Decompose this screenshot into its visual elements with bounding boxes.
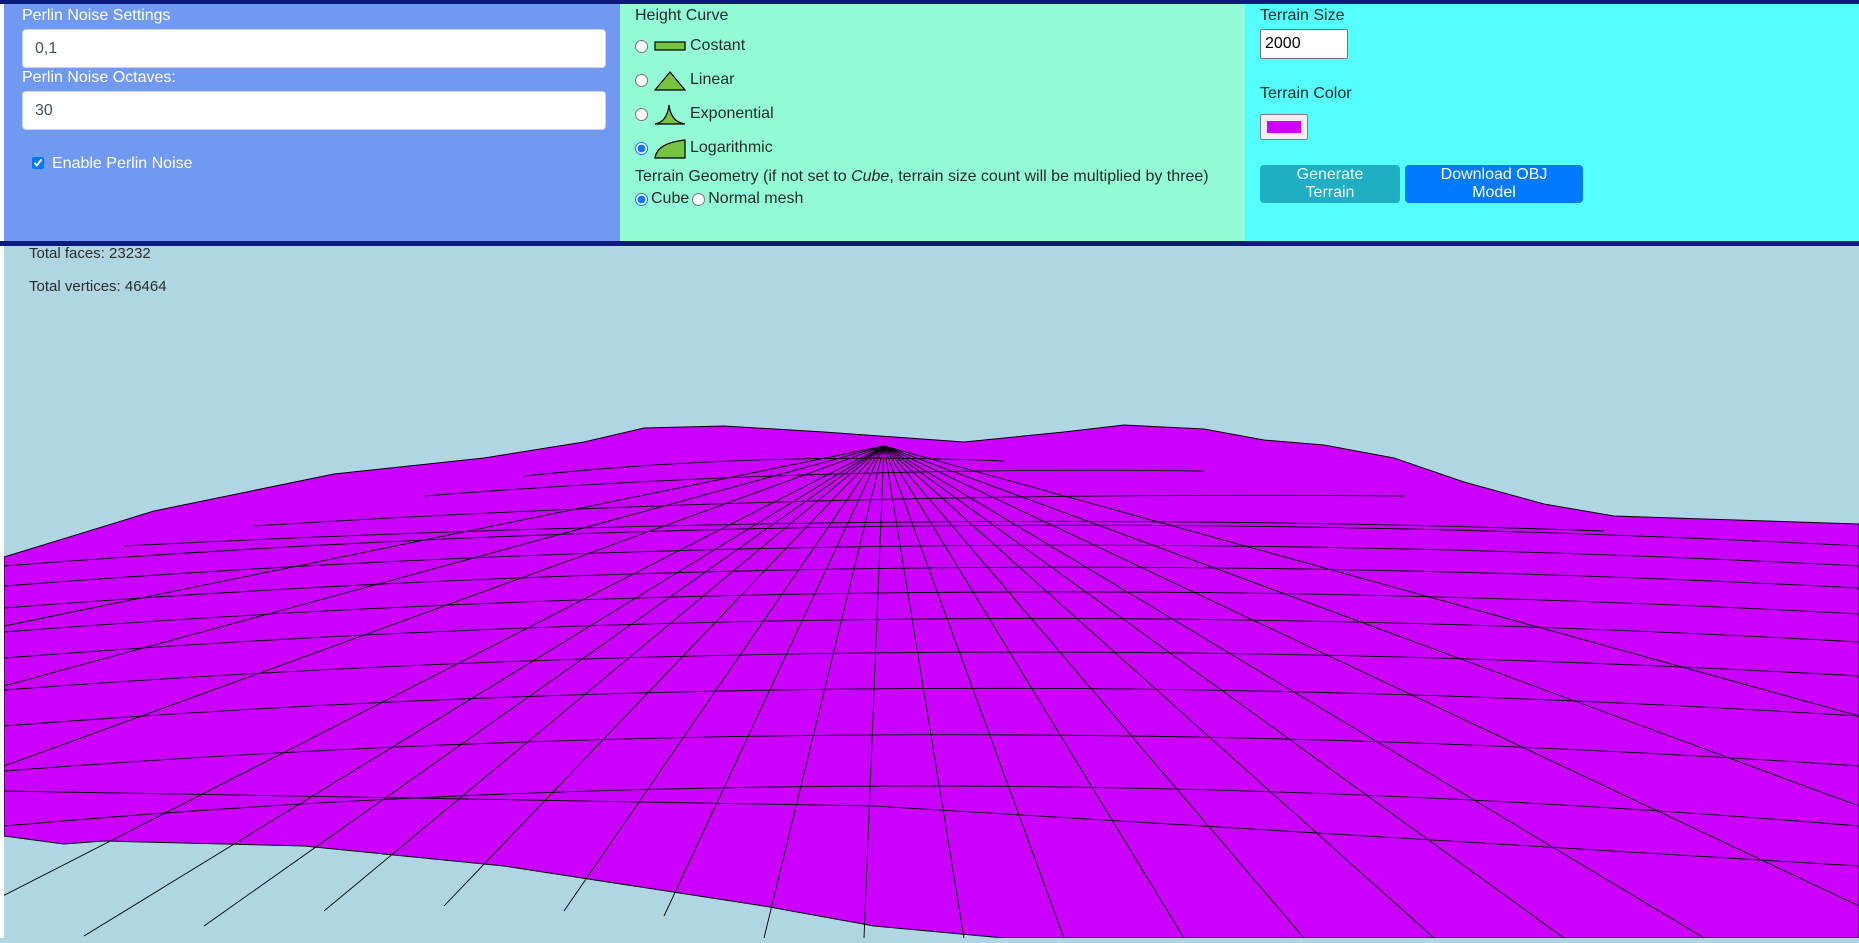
terrain-color-label: Terrain Color <box>1260 85 1352 102</box>
curve-option-label: Logarithmic <box>690 139 773 156</box>
perlin-panel: Perlin Noise Settings Perlin Noise Octav… <box>4 4 620 241</box>
enable-perlin-checkbox[interactable] <box>32 157 44 169</box>
triangle-curve-shape <box>654 71 686 91</box>
geometry-option-cube-label: Cube <box>651 190 690 207</box>
curve-option-logarithmic[interactable]: Logarithmic <box>635 137 773 159</box>
geometry-radio-normal-mesh[interactable] <box>692 192 706 206</box>
geometry-label-prefix: Terrain Geometry (if not set to <box>635 168 852 185</box>
control-panel: Perlin Noise Settings Perlin Noise Octav… <box>0 4 1859 241</box>
curve-radio-linear[interactable] <box>635 73 648 87</box>
terrain-panel: Terrain Size Terrain Color Generate Terr… <box>1245 4 1859 241</box>
curve-option-label: Linear <box>690 71 735 88</box>
perlin-settings-label: Perlin Noise Settings <box>22 7 171 24</box>
logarithmic-curve-icon <box>654 139 686 159</box>
flat-curve-shape <box>654 41 686 51</box>
curve-radio-constant[interactable] <box>635 39 648 53</box>
geometry-radio-cube[interactable] <box>635 192 648 206</box>
geometry-label-emphasis: Cube <box>851 168 890 185</box>
terrain-size-label: Terrain Size <box>1260 7 1345 24</box>
logarithmic-curve-shape <box>654 139 686 159</box>
terrain-viewport[interactable]: Total faces: 23232 Total vertices: 46464 <box>0 245 1859 939</box>
enable-perlin-label: Enable Perlin Noise <box>52 155 193 172</box>
curve-option-linear[interactable]: Linear <box>635 69 734 91</box>
triangle-curve-icon <box>654 71 686 91</box>
generate-terrain-button[interactable]: Generate Terrain <box>1260 165 1400 203</box>
total-faces-stat: Total faces: 23232 <box>29 245 151 262</box>
terrain-geometry-label: Terrain Geometry (if not set to Cube, te… <box>635 168 1209 186</box>
curve-option-constant[interactable]: Costant <box>635 35 745 57</box>
perlin-settings-input[interactable] <box>22 29 606 68</box>
terrain-color-swatch <box>1267 121 1301 133</box>
terrain-color-picker[interactable] <box>1260 114 1308 140</box>
height-curve-label: Height Curve <box>635 7 729 24</box>
height-curve-panel: Height Curve Costant Linear Exponential <box>620 4 1245 241</box>
curve-option-exponential[interactable]: Exponential <box>635 103 774 125</box>
terrain-size-input[interactable] <box>1260 29 1348 59</box>
terrain-render <box>0 246 1859 939</box>
geometry-option-normal-label: Normal mesh <box>708 190 804 207</box>
total-vertices-stat: Total vertices: 46464 <box>29 278 167 295</box>
exponential-curve-shape <box>654 104 686 125</box>
geometry-options: Cube Normal mesh <box>635 190 806 208</box>
perlin-octaves-input[interactable] <box>22 91 606 130</box>
curve-radio-logarithmic[interactable] <box>635 141 648 155</box>
flat-curve-icon <box>654 41 686 51</box>
exponential-curve-icon <box>654 104 686 125</box>
curve-radio-exponential[interactable] <box>635 107 648 121</box>
curve-option-label: Costant <box>690 37 746 54</box>
curve-option-label: Exponential <box>690 105 774 122</box>
download-obj-button[interactable]: Download OBJ Model <box>1405 165 1583 203</box>
geometry-label-suffix: , terrain size count will be multiplied … <box>889 168 1209 185</box>
perlin-octaves-label: Perlin Noise Octaves: <box>22 69 176 86</box>
